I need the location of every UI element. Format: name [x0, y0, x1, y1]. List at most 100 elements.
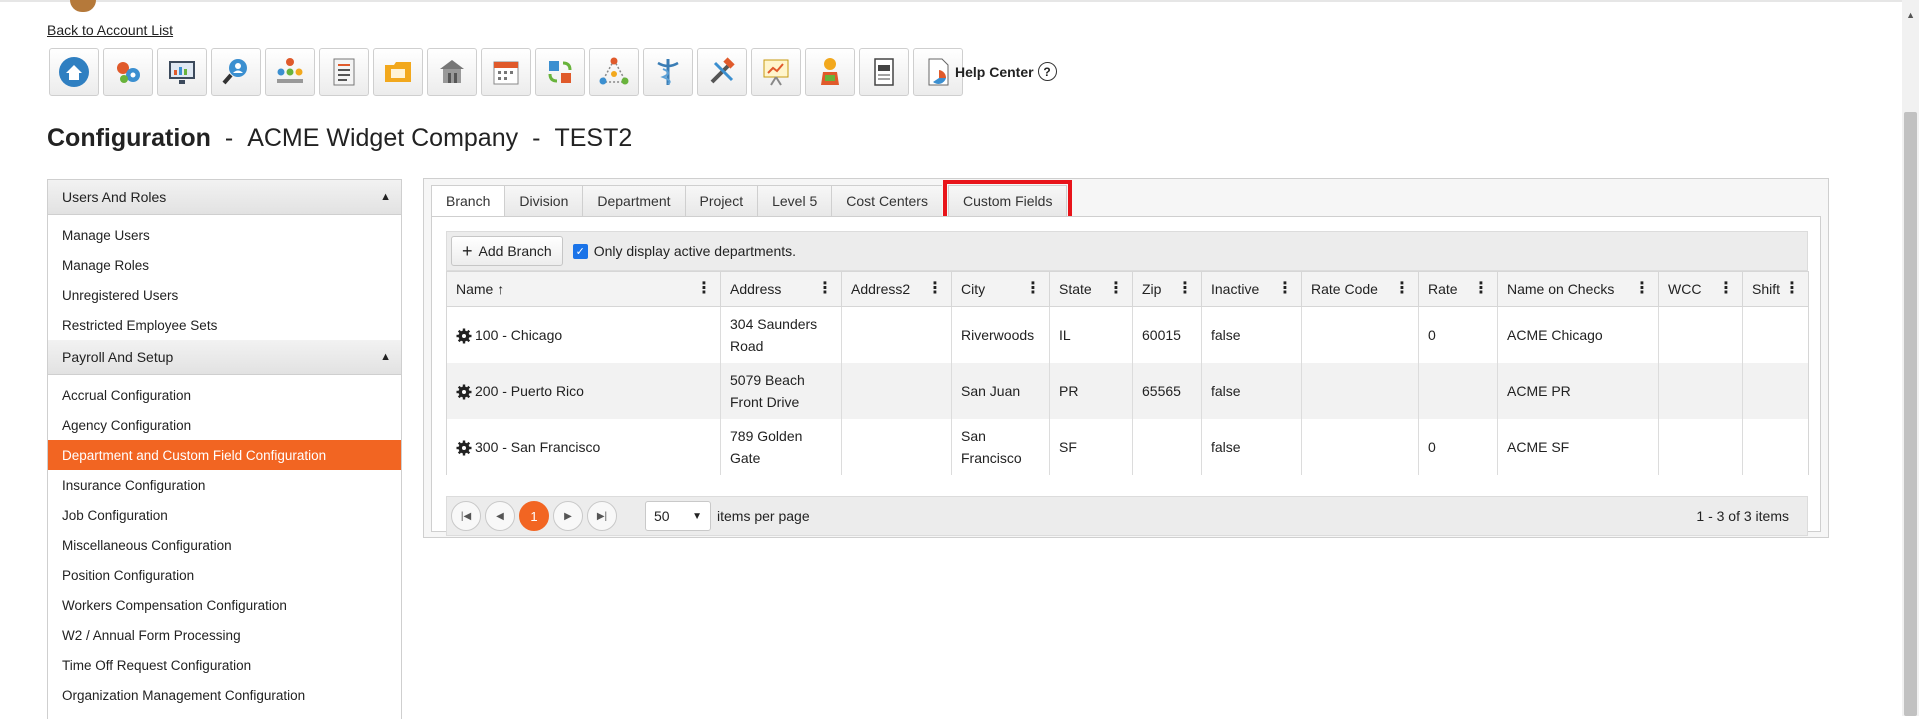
documents-button[interactable]	[373, 48, 423, 96]
gear-icon[interactable]	[456, 328, 472, 344]
active-only-checkbox[interactable]: ✓	[572, 243, 588, 259]
page-scrollbar[interactable]: ▲	[1902, 0, 1919, 716]
sidebar-item-insurance-configuration[interactable]: Insurance Configuration	[48, 470, 401, 500]
sidebar-item-department-and-custom-field-configuration[interactable]: Department and Custom Field Configuratio…	[48, 440, 401, 470]
page-title-separator-2: -	[532, 124, 541, 152]
tab-custom-fields[interactable]: Custom Fields	[942, 180, 1073, 222]
back-to-account-list-link[interactable]: Back to Account List	[47, 22, 173, 38]
company-button[interactable]	[427, 48, 477, 96]
cell-name: 100 - Chicago	[446, 306, 721, 363]
column-menu-icon[interactable]: ⋮	[1025, 281, 1041, 297]
forms-button[interactable]	[859, 48, 909, 96]
dashboard-button[interactable]	[157, 48, 207, 96]
current-page-button[interactable]: 1	[519, 501, 549, 531]
column-state-label: State	[1059, 281, 1092, 297]
gear-icon[interactable]	[456, 440, 472, 456]
scroll-up-icon[interactable]: ▲	[1906, 10, 1915, 20]
column-header-name-on-checks[interactable]: Name on Checks ⋮	[1497, 271, 1659, 307]
column-header-shift[interactable]: Shift ⋮	[1742, 271, 1809, 307]
cell-name-on-checks: ACME Chicago	[1497, 306, 1659, 363]
column-header-address[interactable]: Address ⋮	[720, 271, 842, 307]
table-row[interactable]: 200 - Puerto Rico 5079 Beach Front Drive…	[446, 362, 1809, 419]
sync-button[interactable]	[535, 48, 585, 96]
network-button[interactable]	[589, 48, 639, 96]
previous-page-button[interactable]: ◀	[485, 501, 515, 531]
sidebar-item-agency-configuration[interactable]: Agency Configuration	[48, 410, 401, 440]
branch-grid: Name ↑ ⋮ Address ⋮ Address2 ⋮ City ⋮ State ⋮ …	[446, 271, 1809, 475]
settings-button[interactable]	[103, 48, 153, 96]
help-center-link[interactable]: Help Center ?	[955, 62, 1057, 81]
column-menu-icon[interactable]: ⋮	[1718, 281, 1734, 297]
column-city-label: City	[961, 281, 986, 297]
column-header-inactive[interactable]: Inactive ⋮	[1201, 271, 1302, 307]
checklist-button[interactable]	[319, 48, 369, 96]
tab-branch[interactable]: Branch	[431, 185, 505, 217]
add-branch-label: Add Branch	[478, 243, 552, 259]
tab-department[interactable]: Department	[582, 185, 685, 217]
home-button[interactable]	[49, 48, 99, 96]
table-row[interactable]: 300 - San Francisco 789 Golden Gate San …	[446, 418, 1809, 475]
employee-search-button[interactable]	[211, 48, 261, 96]
first-page-button[interactable]: |◀	[451, 501, 481, 531]
sidebar-item-restricted-employee-sets[interactable]: Restricted Employee Sets	[48, 310, 401, 340]
tools-button[interactable]	[697, 48, 747, 96]
page-title-section: Configuration	[47, 124, 211, 152]
tab-division[interactable]: Division	[504, 185, 583, 217]
column-header-rate-code[interactable]: Rate Code ⋮	[1301, 271, 1419, 307]
cell-address2	[841, 418, 952, 475]
column-header-wcc[interactable]: WCC ⋮	[1658, 271, 1743, 307]
column-header-state[interactable]: State ⋮	[1049, 271, 1133, 307]
next-page-button[interactable]: ▶	[553, 501, 583, 531]
column-header-rate[interactable]: Rate ⋮	[1418, 271, 1498, 307]
sidebar-item-position-configuration[interactable]: Position Configuration	[48, 560, 401, 590]
cell-zip	[1132, 418, 1202, 475]
collapse-icon: ▲	[380, 351, 391, 363]
tab-level-5[interactable]: Level 5	[757, 185, 832, 217]
column-menu-icon[interactable]: ⋮	[696, 281, 712, 297]
caduceus-icon	[657, 59, 679, 85]
sidebar-item-web-clock-ip-address-filters[interactable]: Web Clock IP Address Filters	[48, 710, 401, 719]
sidebar-item-workers-compensation-configuration[interactable]: Workers Compensation Configuration	[48, 590, 401, 620]
column-header-name[interactable]: Name ↑ ⋮	[446, 271, 721, 307]
sidebar-item-manage-roles[interactable]: Manage Roles	[48, 250, 401, 280]
cell-shift	[1742, 362, 1809, 419]
column-menu-icon[interactable]: ⋮	[1784, 281, 1800, 297]
column-header-zip[interactable]: Zip ⋮	[1132, 271, 1202, 307]
column-menu-icon[interactable]: ⋮	[1277, 281, 1293, 297]
benefits-button[interactable]	[643, 48, 693, 96]
column-header-city[interactable]: City ⋮	[951, 271, 1050, 307]
organization-button[interactable]	[265, 48, 315, 96]
add-branch-button[interactable]: + Add Branch	[451, 236, 563, 266]
column-menu-icon[interactable]: ⋮	[927, 281, 943, 297]
sidebar-item-manage-users[interactable]: Manage Users	[48, 220, 401, 250]
scrollbar-thumb[interactable]	[1904, 112, 1917, 716]
sidebar-item-time-off-request-configuration[interactable]: Time Off Request Configuration	[48, 650, 401, 680]
building-icon	[440, 60, 464, 83]
tab-project[interactable]: Project	[684, 185, 758, 217]
column-menu-icon[interactable]: ⋮	[817, 281, 833, 297]
search-person-icon	[222, 59, 247, 85]
tab-cost-centers[interactable]: Cost Centers	[831, 185, 942, 217]
calendar-button[interactable]	[481, 48, 531, 96]
sidebar-group-payroll-and-setup[interactable]: Payroll And Setup ▲	[48, 340, 401, 375]
column-menu-icon[interactable]: ⋮	[1108, 281, 1124, 297]
page-size-select[interactable]: 50 ▼	[645, 501, 711, 531]
sidebar-item-accrual-configuration[interactable]: Accrual Configuration	[48, 380, 401, 410]
sidebar-group-users-and-roles[interactable]: Users And Roles ▲	[48, 180, 401, 215]
column-menu-icon[interactable]: ⋮	[1394, 281, 1410, 297]
table-row[interactable]: 100 - Chicago 304 Saunders Road Riverwoo…	[446, 306, 1809, 363]
next-page-icon: ▶	[564, 510, 572, 522]
column-menu-icon[interactable]: ⋮	[1634, 281, 1650, 297]
gear-icon[interactable]	[456, 384, 472, 400]
sidebar-item-organization-management-configuration[interactable]: Organization Management Configuration	[48, 680, 401, 710]
column-header-address2[interactable]: Address2 ⋮	[841, 271, 952, 307]
employee-button[interactable]	[805, 48, 855, 96]
sidebar-item-job-configuration[interactable]: Job Configuration	[48, 500, 401, 530]
last-page-button[interactable]: ▶|	[587, 501, 617, 531]
sidebar-item-unregistered-users[interactable]: Unregistered Users	[48, 280, 401, 310]
column-menu-icon[interactable]: ⋮	[1473, 281, 1489, 297]
training-button[interactable]	[751, 48, 801, 96]
column-menu-icon[interactable]: ⋮	[1177, 281, 1193, 297]
sidebar-item-miscellaneous-configuration[interactable]: Miscellaneous Configuration	[48, 530, 401, 560]
sidebar-item-w2-annual-form-processing[interactable]: W2 / Annual Form Processing	[48, 620, 401, 650]
